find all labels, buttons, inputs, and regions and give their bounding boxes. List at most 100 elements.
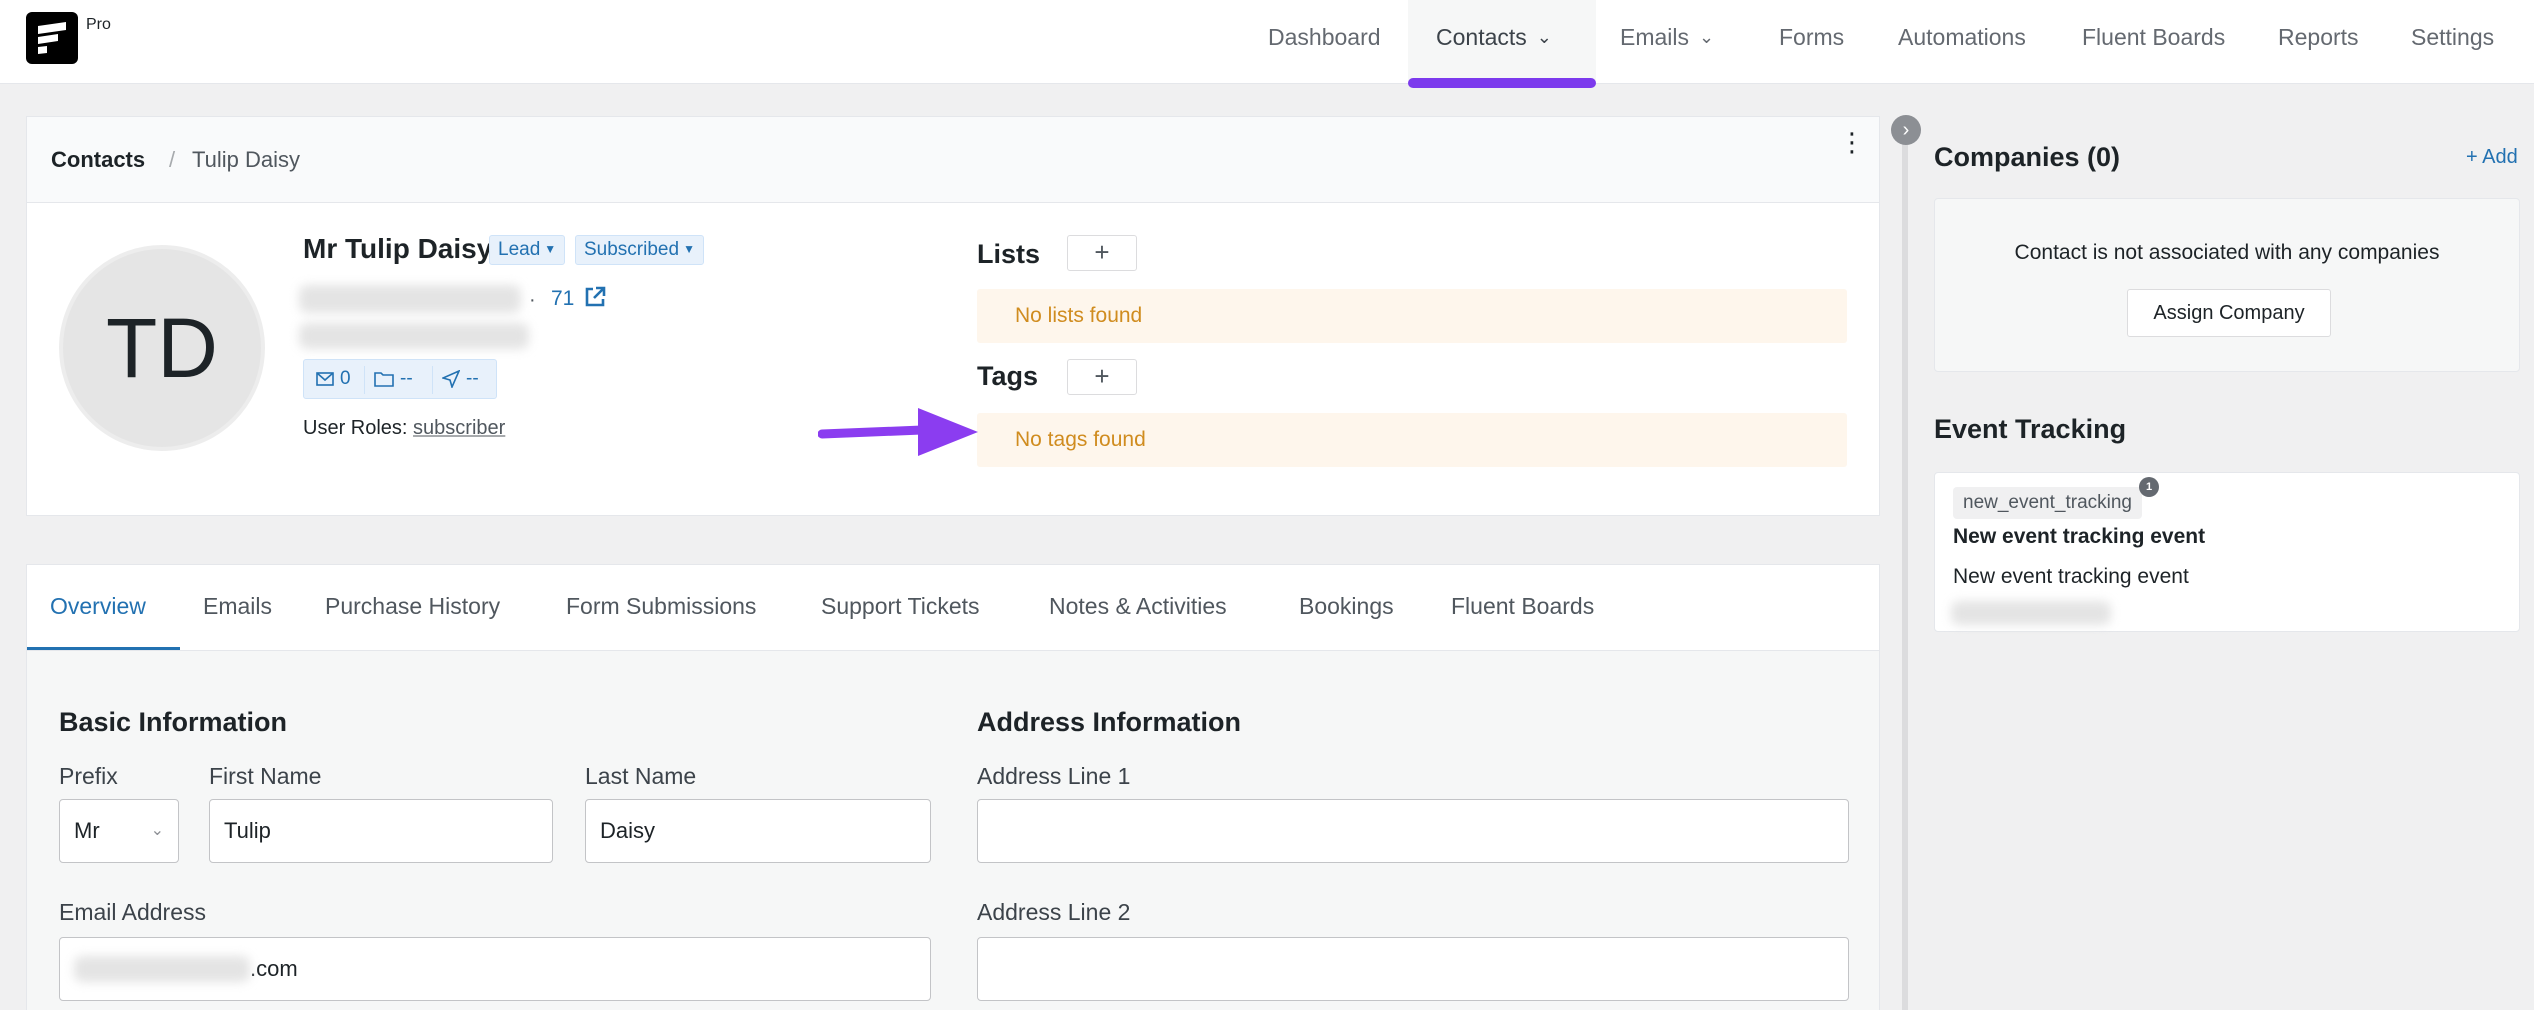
folder-icon [374, 372, 394, 387]
companies-empty-text: Contact is not associated with any compa… [2014, 241, 2440, 264]
more-options-icon[interactable]: ⋮ [1839, 129, 1865, 155]
nav-emails-label: Emails [1620, 24, 1690, 50]
last-name-label: Last Name [585, 763, 697, 789]
nav-contacts[interactable]: Contacts ⌄ [1436, 24, 1552, 51]
nav-fluent-boards[interactable]: Fluent Boards [2082, 24, 2225, 51]
email-domain-suffix: .com [250, 956, 298, 981]
tab-overview[interactable]: Overview [50, 593, 146, 620]
add-company-link[interactable]: + Add [2466, 146, 2518, 169]
lists-empty-state: No lists found [977, 289, 1847, 343]
contact-name: Mr Tulip Daisy [303, 233, 493, 264]
email-count[interactable]: 0 [316, 368, 351, 390]
nav-emails[interactable]: Emails ⌄ [1620, 24, 1714, 51]
tab-form-submissions[interactable]: Form Submissions [566, 593, 756, 620]
breadcrumb-contacts-link[interactable]: Contacts [51, 147, 145, 173]
address-information-title: Address Information [977, 707, 1242, 737]
event-tracking-title: Event Tracking [1934, 414, 2127, 444]
user-roles: User Roles: subscriber [303, 417, 505, 440]
redacted-email [299, 285, 521, 313]
email-count-value: 0 [340, 368, 351, 389]
redacted-event-time [1951, 601, 2111, 625]
overview-form: Basic Information Prefix Mr ⌄ First Name… [27, 651, 1879, 1010]
fluentcrm-logo[interactable] [26, 12, 78, 64]
assign-company-button[interactable]: Assign Company [2127, 289, 2331, 337]
folder-stat[interactable]: -- [374, 368, 413, 390]
tab-support-tickets[interactable]: Support Tickets [821, 593, 980, 620]
first-name-input[interactable]: Tulip [209, 799, 553, 863]
folder-stat-value: -- [400, 368, 413, 389]
send-icon [442, 370, 460, 388]
dot-separator: · [529, 289, 536, 311]
nav-settings[interactable]: Settings [2411, 24, 2494, 51]
chevron-down-icon: ⌄ [1536, 27, 1552, 47]
redacted-email-local [74, 956, 250, 982]
nav-automations[interactable]: Automations [1898, 24, 2026, 51]
envelope-icon [316, 372, 334, 386]
tab-purchase-history[interactable]: Purchase History [325, 593, 500, 620]
breadcrumb: Contacts / Tulip Daisy ⋮ [27, 117, 1879, 203]
address-line1-label: Address Line 1 [977, 763, 1131, 789]
chevron-down-icon: ⌄ [1699, 27, 1715, 47]
chevron-right-icon[interactable]: › [1891, 115, 1921, 145]
subscription-badge[interactable]: Subscribed ▼ [575, 235, 704, 265]
event-tag: new_event_tracking [1953, 487, 2142, 519]
event-description: New event tracking event [1953, 565, 2189, 588]
nav-reports[interactable]: Reports [2278, 24, 2359, 51]
user-roles-value[interactable]: subscriber [413, 417, 505, 439]
caret-down-icon: ▼ [683, 242, 695, 256]
tab-fluent-boards[interactable]: Fluent Boards [1451, 593, 1594, 620]
stats-divider [364, 366, 365, 394]
nav-active-indicator [1408, 78, 1596, 88]
address-line2-input[interactable] [977, 937, 1849, 1001]
tab-notes-activities[interactable]: Notes & Activities [1049, 593, 1227, 620]
add-list-button[interactable]: + [1067, 235, 1137, 271]
event-tracking-card: new_event_tracking 1 New event tracking … [1934, 472, 2520, 632]
tags-empty-state: No tags found [977, 413, 1847, 467]
companies-panel: Contact is not associated with any compa… [1934, 198, 2520, 372]
prefix-select[interactable]: Mr ⌄ [59, 799, 179, 863]
annotation-arrow-icon [818, 408, 978, 456]
tab-bar: Overview Emails Purchase History Form Su… [27, 565, 1879, 651]
companies-title: Companies (0) [1934, 142, 2121, 172]
stats-divider [432, 366, 433, 394]
add-tag-button[interactable]: + [1067, 359, 1137, 395]
address-line2-label: Address Line 2 [977, 899, 1131, 925]
nav-dashboard[interactable]: Dashboard [1268, 24, 1381, 51]
contact-id-link[interactable]: 71 [551, 287, 574, 311]
email-address-input[interactable]: .com [59, 937, 931, 1001]
sent-stat-value: -- [466, 368, 479, 389]
caret-down-icon: ▼ [544, 242, 557, 256]
last-name-input[interactable]: Daisy [585, 799, 931, 863]
user-roles-label: User Roles: [303, 417, 408, 439]
tab-bookings[interactable]: Bookings [1299, 593, 1394, 620]
event-count-badge: 1 [2139, 477, 2159, 497]
nav-forms[interactable]: Forms [1779, 24, 1844, 51]
subscription-badge-label: Subscribed [584, 239, 680, 260]
pro-label: Pro [86, 16, 111, 33]
redacted-phone [299, 323, 529, 349]
contact-details-card: Overview Emails Purchase History Form Su… [26, 564, 1880, 1010]
email-address-label: Email Address [59, 899, 207, 925]
breadcrumb-separator: / [169, 147, 176, 172]
tags-title: Tags [977, 361, 1039, 391]
status-badge[interactable]: Lead ▼ [489, 235, 566, 265]
sent-stat[interactable]: -- [442, 368, 479, 390]
external-link-icon[interactable] [583, 285, 607, 314]
basic-information-title: Basic Information [59, 707, 288, 737]
lists-title: Lists [977, 239, 1041, 269]
chevron-down-icon: ⌄ [150, 822, 164, 839]
sidebar-divider [1902, 116, 1908, 1010]
first-name-label: First Name [209, 763, 322, 789]
breadcrumb-current: Tulip Daisy [192, 147, 300, 172]
prefix-value: Mr [74, 818, 100, 843]
status-badge-label: Lead [498, 239, 541, 260]
address-line1-input[interactable] [977, 799, 1849, 863]
contact-stats-bar: 0 -- -- [303, 359, 497, 399]
nav-contacts-label: Contacts [1436, 24, 1527, 50]
top-navigation: Pro Dashboard Contacts ⌄ Emails ⌄ Forms Au… [0, 0, 2534, 88]
prefix-label: Prefix [59, 763, 118, 789]
event-title: New event tracking event [1953, 525, 2206, 548]
tab-emails[interactable]: Emails [203, 593, 272, 620]
tab-active-indicator [27, 647, 180, 650]
avatar[interactable]: TD [59, 245, 265, 451]
